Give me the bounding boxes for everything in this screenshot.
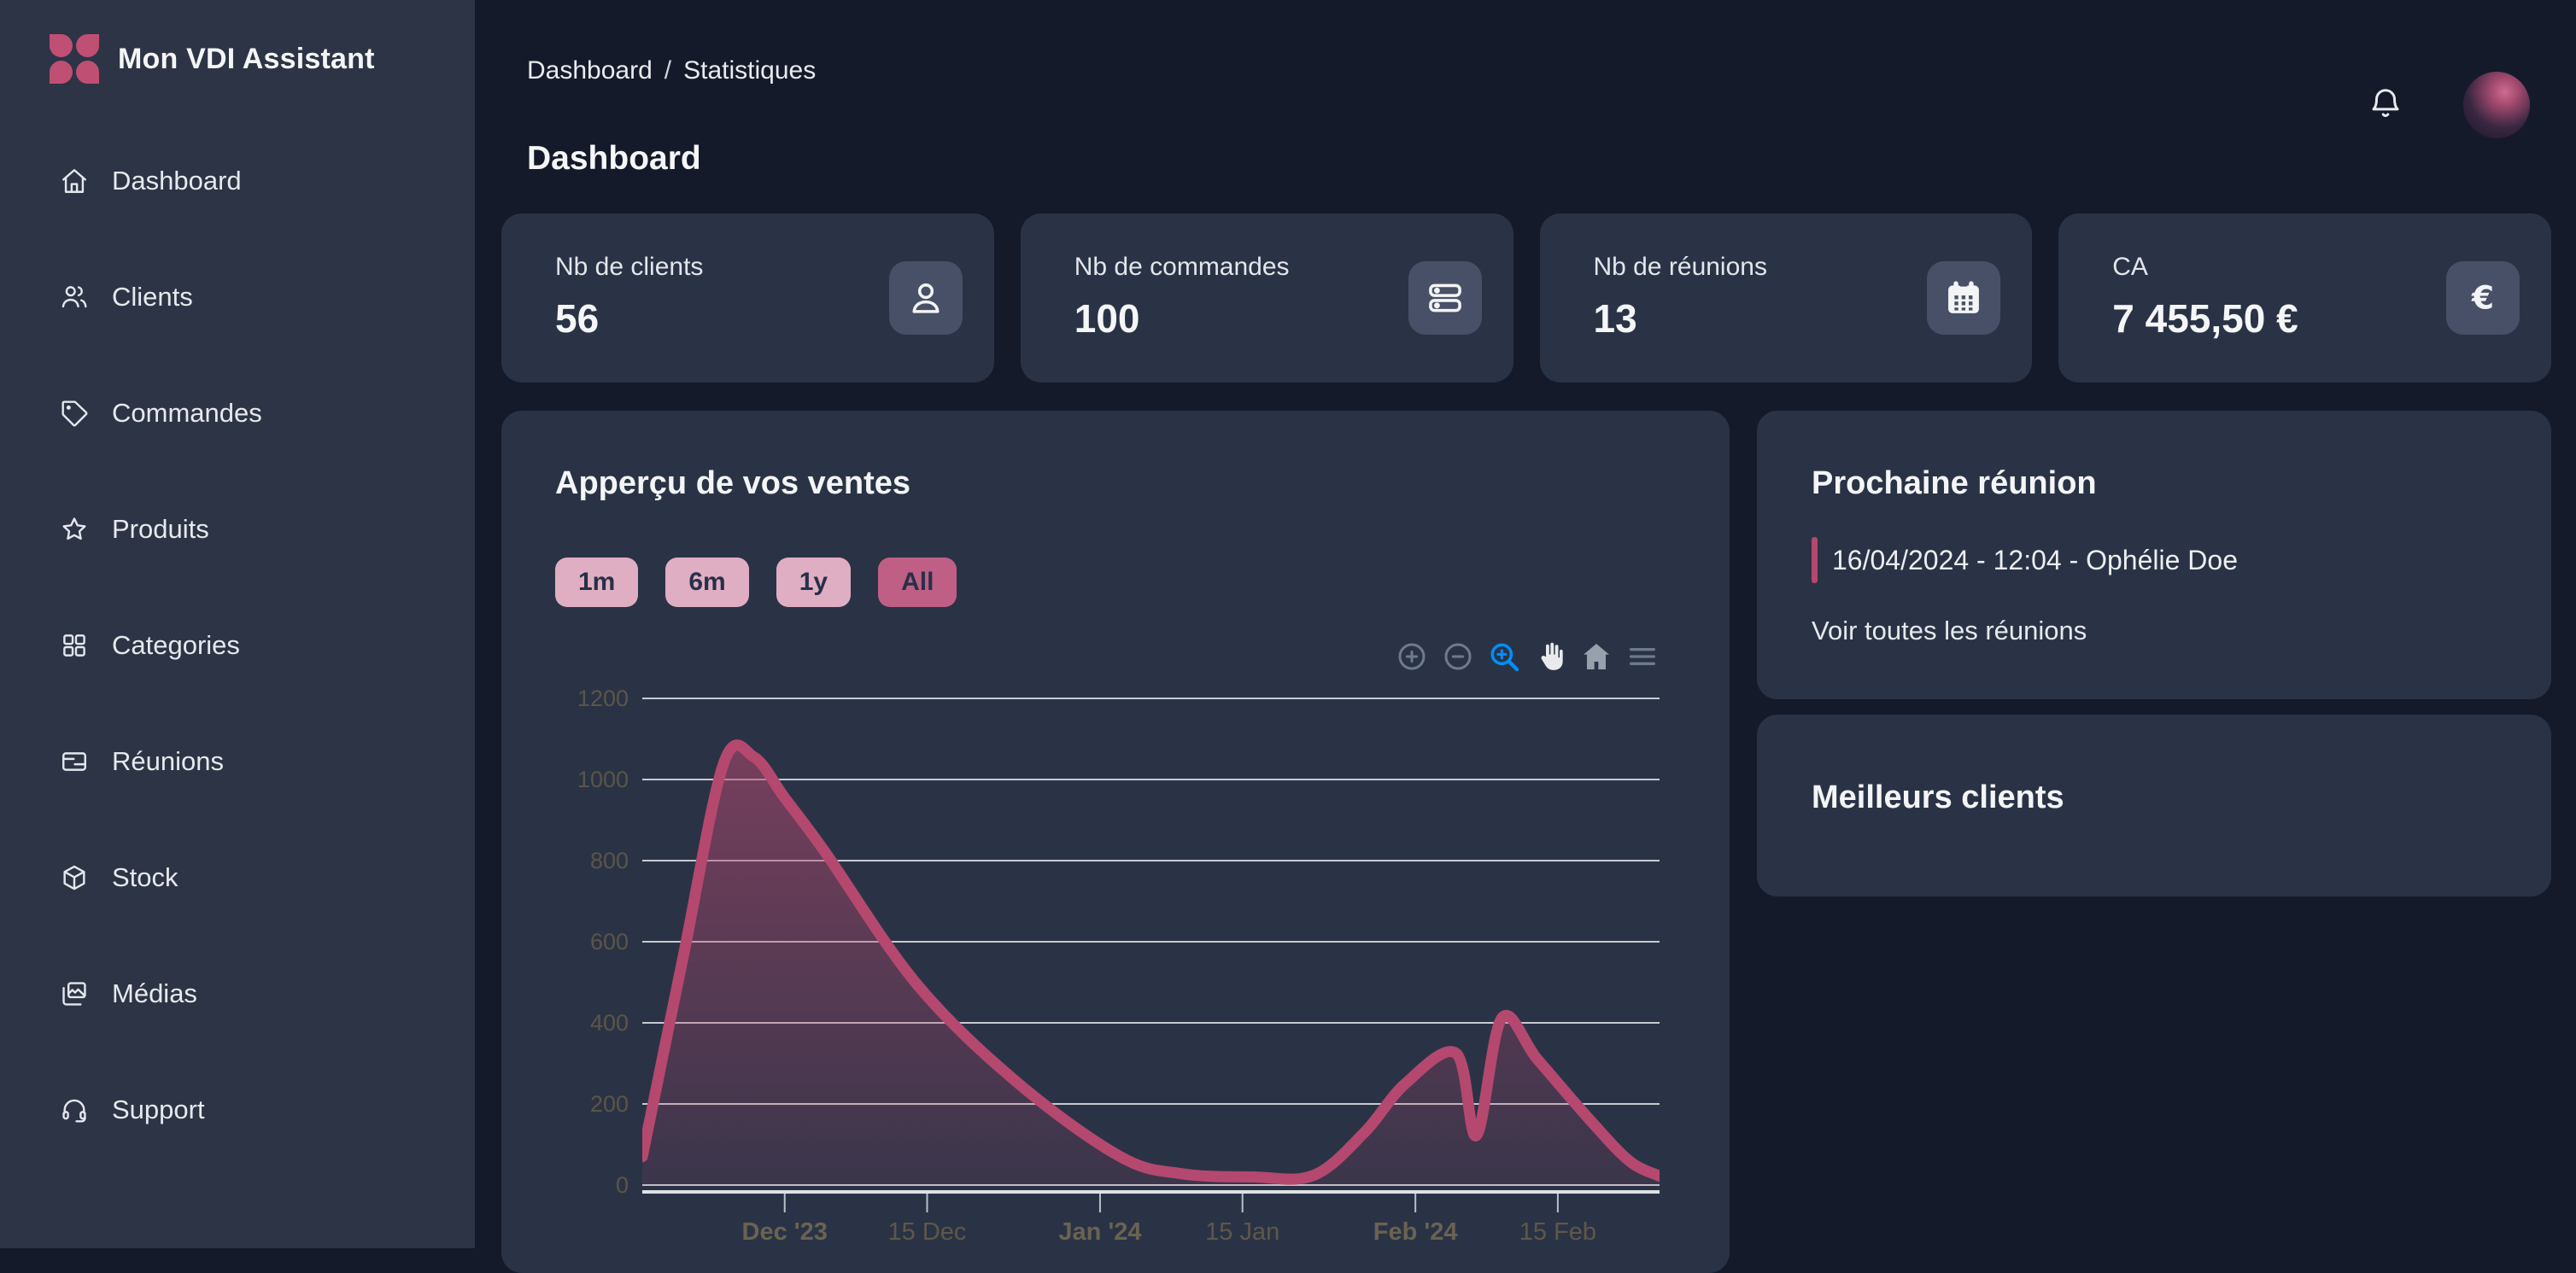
meeting-entry-text: 16/04/2024 - 12:04 - Ophélie Doe (1832, 537, 2238, 583)
stat-value: 100 (1074, 295, 1140, 342)
sidebar-item-label: Categories (112, 630, 240, 661)
sidebar-item-commandes[interactable]: Commandes (0, 355, 475, 471)
page-title: Dashboard (527, 140, 701, 178)
home-icon (60, 166, 89, 196)
sidebar-item-label: Stock (112, 862, 179, 893)
user-icon (889, 261, 963, 335)
notifications-bell-icon[interactable] (2368, 85, 2403, 121)
all-meetings-link[interactable]: Voir toutes les réunions (1812, 616, 2087, 646)
menu-icon[interactable] (1625, 639, 1660, 674)
stat-card-1: Nb de commandes 100 (1021, 213, 1513, 382)
top-clients-title: Meilleurs clients (1812, 780, 2064, 816)
stat-value: 13 (1594, 295, 1637, 342)
sidebar-item-medias[interactable]: Médias (0, 936, 475, 1052)
calendar-icon (1927, 261, 2000, 335)
stat-card-3: CA 7 455,50 € € (2058, 213, 2551, 382)
sidebar-item-label: Réunions (112, 746, 224, 777)
sidebar-item-label: Dashboard (112, 166, 242, 196)
breadcrumb-item-statistiques[interactable]: Statistiques (683, 56, 816, 85)
tag-icon (60, 399, 89, 428)
meeting-accent-bar (1812, 537, 1818, 583)
headset-icon (60, 1095, 89, 1124)
sidebar-nav: Dashboard Clients Commandes Produits Categor… (0, 123, 475, 1168)
breadcrumb: Dashboard / Statistiques (527, 56, 816, 85)
sidebar-item-label: Support (112, 1095, 205, 1125)
meeting-card-title: Prochaine réunion (1812, 465, 2097, 502)
zoom-in-icon[interactable] (1395, 639, 1429, 674)
range-filter-1y[interactable]: 1y (776, 558, 851, 607)
sidebar-item-categories[interactable]: Categories (0, 587, 475, 704)
sidebar-item-label: Commandes (112, 398, 262, 429)
stat-card-0: Nb de clients 56 (501, 213, 994, 382)
stat-label: Nb de commandes (1074, 253, 1290, 282)
user-avatar[interactable] (2463, 72, 2530, 138)
grid-icon (60, 631, 89, 660)
stats-row: Nb de clients 56 Nb de commandes 100 Nb de r… (501, 213, 2551, 382)
sales-card-title: Apperçu de vos ventes (555, 465, 910, 502)
chart-toolbar (1395, 639, 1660, 674)
zoom-out-icon[interactable] (1441, 639, 1475, 674)
sidebar-item-clients[interactable]: Clients (0, 239, 475, 355)
breadcrumb-separator: / (664, 56, 671, 85)
range-filter-6m[interactable]: 6m (665, 558, 748, 607)
images-icon (60, 979, 89, 1008)
sidebar-item-label: Produits (112, 514, 209, 545)
sidebar-item-support[interactable]: Support (0, 1052, 475, 1168)
brand[interactable]: Mon VDI Assistant (0, 0, 475, 84)
sidebar-item-reunions[interactable]: Réunions (0, 704, 475, 820)
selection-zoom-icon[interactable] (1487, 639, 1521, 674)
sidebar-item-produits[interactable]: Produits (0, 471, 475, 587)
package-icon (60, 863, 89, 892)
stat-label: Nb de clients (555, 253, 703, 282)
top-clients-card: Meilleurs clients (1757, 715, 2551, 896)
breadcrumb-item-dashboard[interactable]: Dashboard (527, 56, 653, 85)
svg-text:€: € (2471, 279, 2494, 317)
flower-logo-icon (50, 34, 99, 84)
euro-icon: € (2446, 261, 2520, 335)
sales-overview-card: Apperçu de vos ventes 1m 6m 1y All (501, 411, 1730, 1273)
sidebar-item-label: Médias (112, 978, 197, 1009)
orders-icon (1408, 261, 1482, 335)
range-filter-1m[interactable]: 1m (555, 558, 638, 607)
stat-card-2: Nb de réunions 13 (1540, 213, 2033, 382)
star-icon (60, 515, 89, 544)
range-filters: 1m 6m 1y All (555, 558, 957, 607)
sidebar-item-stock[interactable]: Stock (0, 820, 475, 936)
meeting-icon (60, 747, 89, 776)
home-reset-icon[interactable] (1579, 639, 1613, 674)
pan-icon[interactable] (1533, 639, 1567, 674)
sidebar-item-dashboard[interactable]: Dashboard (0, 123, 475, 239)
next-meeting-card: Prochaine réunion 16/04/2024 - 12:04 - O… (1757, 411, 2551, 699)
meeting-entry: 16/04/2024 - 12:04 - Ophélie Doe (1812, 537, 2238, 583)
users-icon (60, 283, 89, 312)
brand-name: Mon VDI Assistant (118, 43, 375, 76)
range-filter-all[interactable]: All (878, 558, 957, 607)
stat-value: 56 (555, 295, 599, 342)
stat-value: 7 455,50 € (2112, 295, 2298, 342)
sidebar-item-label: Clients (112, 282, 193, 312)
stat-label: Nb de réunions (1594, 253, 1767, 282)
sidebar: Mon VDI Assistant Dashboard Clients Comman… (0, 0, 475, 1248)
stat-label: CA (2112, 253, 2148, 282)
